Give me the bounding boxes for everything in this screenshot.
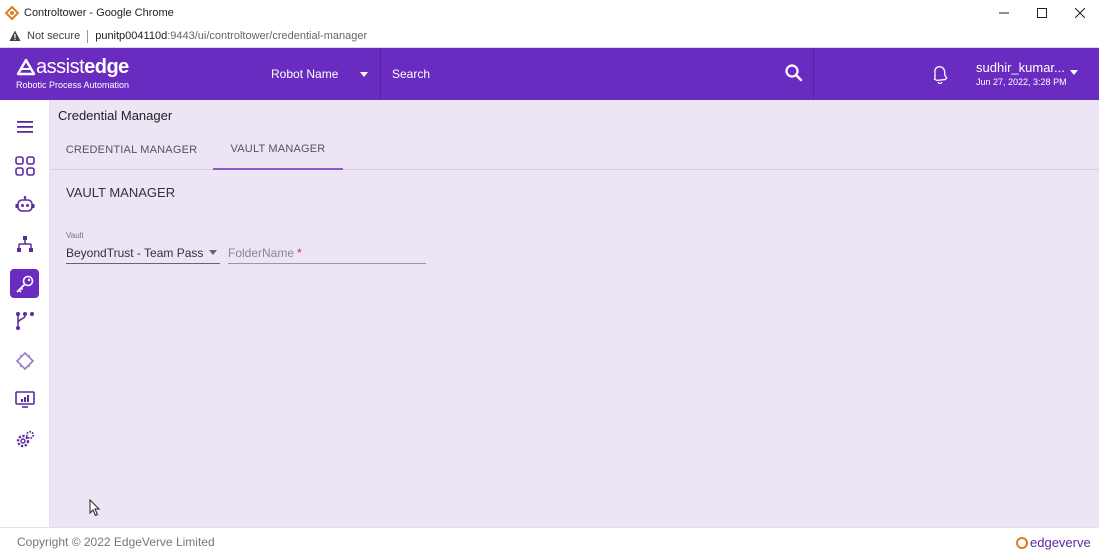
sidebar-nav <box>0 100 50 527</box>
sidebar-menu-toggle[interactable] <box>10 112 39 141</box>
folder-name-placeholder: FolderName <box>228 246 295 260</box>
notification-bell-icon[interactable] <box>929 62 951 86</box>
footer: Copyright © 2022 EdgeVerve Limited edgev… <box>0 527 1099 556</box>
close-icon <box>1075 7 1085 18</box>
tab-bar: CREDENTIAL MANAGER VAULT MANAGER <box>50 130 1099 170</box>
section-title: VAULT MANAGER <box>66 185 176 200</box>
logo-text-bold: edge <box>84 56 129 78</box>
maximize-button[interactable] <box>1023 0 1061 25</box>
brand-text: edgeverve <box>1030 535 1091 550</box>
copyright-text: Copyright © 2022 EdgeVerve Limited <box>17 535 215 549</box>
tab-credential-manager[interactable]: CREDENTIAL MANAGER <box>60 130 203 170</box>
hamburger-menu-icon <box>16 120 33 133</box>
user-menu[interactable]: sudhir_kumar... Jun 27, 2022, 3:28 PM <box>976 60 1067 87</box>
controltower-app-icon <box>5 5 19 20</box>
vault-select-value: BeyondTrust - Team Pass... <box>66 246 204 260</box>
sidebar-item-workflow[interactable] <box>10 306 39 335</box>
logo-tagline: Robotic Process Automation <box>16 80 130 90</box>
url-path: :9443/ui/controltower/credential-manager <box>167 30 368 42</box>
warning-icon <box>9 30 21 41</box>
chevron-down-icon <box>209 250 217 255</box>
url-text[interactable]: punitp004110d:9443/ui/controltower/crede… <box>95 30 367 42</box>
workflow-icon <box>15 311 34 330</box>
search-icon[interactable] <box>784 63 804 83</box>
settings-gears-icon <box>16 430 34 447</box>
sidebar-item-settings[interactable] <box>10 425 39 454</box>
window-controls <box>985 0 1099 25</box>
vault-select[interactable]: BeyondTrust - Team Pass... <box>66 243 220 264</box>
user-name: sudhir_kumar... <box>976 60 1065 75</box>
address-separator <box>87 29 89 43</box>
user-menu-chevron-down-icon[interactable] <box>1070 70 1078 75</box>
sidebar-item-chip[interactable] <box>10 346 39 375</box>
required-marker: * <box>297 246 302 260</box>
minimize-button[interactable] <box>985 0 1023 25</box>
chevron-down-icon <box>360 71 369 77</box>
folder-name-field[interactable]: FolderName * <box>228 243 426 264</box>
robot-name-dropdown[interactable]: Robot Name <box>271 48 369 100</box>
vault-field-label: Vault <box>66 231 84 240</box>
robot-icon <box>15 195 34 212</box>
address-bar[interactable]: Not secure punitp004110d:9443/ui/control… <box>0 25 1099 48</box>
robot-name-label: Robot Name <box>271 67 339 81</box>
url-host: punitp004110d <box>95 30 168 42</box>
minimize-icon <box>999 12 1009 13</box>
security-label[interactable]: Not secure <box>27 30 80 42</box>
dashboard-grid-icon <box>14 155 35 176</box>
app-header: assistedge Robotic Process Automation Ro… <box>0 48 1099 100</box>
search-input[interactable] <box>392 66 772 82</box>
sidebar-item-dashboard[interactable] <box>10 151 39 180</box>
assistedge-logo-mark-icon <box>16 58 36 75</box>
window-title: Controltower - Google Chrome <box>24 6 174 19</box>
header-divider <box>813 48 814 100</box>
key-icon <box>15 275 33 293</box>
close-button[interactable] <box>1061 0 1099 25</box>
chip-icon <box>15 351 34 370</box>
hierarchy-icon <box>16 235 33 252</box>
mouse-cursor-icon <box>89 499 101 517</box>
browser-title-bar: Controltower - Google Chrome <box>0 0 1099 25</box>
maximize-icon <box>1037 7 1047 18</box>
user-datetime: Jun 27, 2022, 3:28 PM <box>976 77 1067 87</box>
logo-text-light: assist <box>36 56 85 78</box>
sidebar-item-monitor[interactable] <box>10 385 39 414</box>
sidebar-item-robots[interactable] <box>10 190 39 219</box>
monitor-chart-icon <box>14 390 35 408</box>
sidebar-item-hierarchy[interactable] <box>10 229 39 258</box>
header-divider <box>380 48 381 100</box>
sidebar-item-credential-manager[interactable] <box>10 269 39 298</box>
page-title: Credential Manager <box>58 108 173 123</box>
main-content: Credential Manager CREDENTIAL MANAGER VA… <box>50 100 1099 527</box>
edgeverve-logo-mark-icon <box>1016 536 1028 549</box>
edgeverve-logo: edgeverve <box>1016 535 1091 550</box>
assistedge-logo[interactable]: assistedge Robotic Process Automation <box>16 56 146 90</box>
tab-vault-manager[interactable]: VAULT MANAGER <box>213 130 343 170</box>
